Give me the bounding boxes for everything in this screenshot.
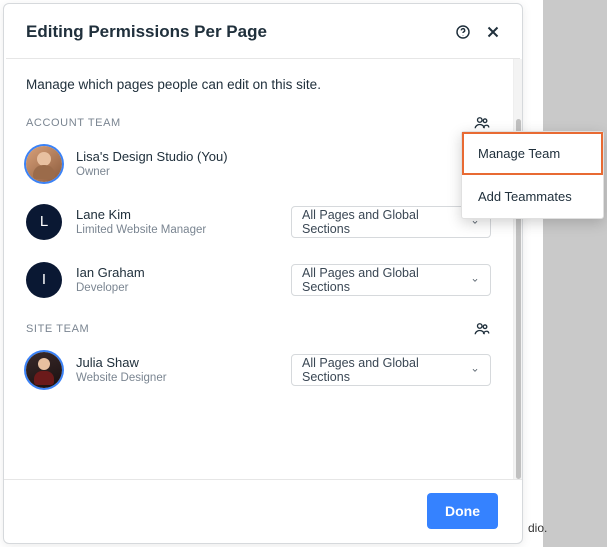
permission-dropdown[interactable]: All Pages and Global Sections: [291, 264, 491, 296]
member-row: I Ian Graham Developer All Pages and Glo…: [26, 262, 491, 298]
member-name: Ian Graham: [76, 265, 277, 280]
member-name: Lisa's Design Studio (You): [76, 149, 491, 164]
member-row: Lisa's Design Studio (You) Owner: [26, 146, 491, 182]
member-name: Julia Shaw: [76, 355, 277, 370]
permissions-modal: Editing Permissions Per Page Manage whic…: [3, 3, 523, 544]
modal-body: Manage which pages people can edit on th…: [4, 59, 513, 479]
member-role: Website Designer: [76, 372, 277, 384]
menu-item-manage-team[interactable]: Manage Team: [462, 132, 603, 175]
avatar: [26, 352, 62, 388]
member-name: Lane Kim: [76, 207, 277, 222]
done-button[interactable]: Done: [427, 493, 498, 529]
avatar: [26, 146, 62, 182]
intro-text: Manage which pages people can edit on th…: [26, 77, 491, 92]
member-row: Julia Shaw Website Designer All Pages an…: [26, 352, 491, 388]
close-icon[interactable]: [484, 23, 502, 41]
section-label-account: ACCOUNT TEAM: [26, 117, 121, 129]
permission-dropdown[interactable]: All Pages and Global Sections: [291, 354, 491, 386]
chevron-down-icon: [470, 365, 480, 375]
member-role: Developer: [76, 282, 277, 294]
avatar: I: [26, 262, 62, 298]
chevron-down-icon: [470, 275, 480, 285]
help-icon[interactable]: [454, 23, 472, 41]
team-menu-icon[interactable]: [473, 114, 491, 132]
member-role: Limited Website Manager: [76, 224, 277, 236]
team-menu-popover: Manage Team Add Teammates: [461, 131, 604, 219]
menu-item-add-teammates[interactable]: Add Teammates: [462, 175, 603, 218]
dropdown-label: All Pages and Global Sections: [302, 356, 470, 384]
avatar: L: [26, 204, 62, 240]
scrollbar[interactable]: [513, 59, 522, 479]
site-team-menu-icon[interactable]: [473, 320, 491, 338]
modal-title: Editing Permissions Per Page: [26, 22, 267, 42]
dropdown-label: All Pages and Global Sections: [302, 266, 470, 294]
dropdown-label: All Pages and Global Sections: [302, 208, 470, 236]
member-row: L Lane Kim Limited Website Manager All P…: [26, 204, 491, 240]
backdrop-text: dio.: [528, 521, 547, 535]
section-label-site: SITE TEAM: [26, 323, 89, 335]
member-role: Owner: [76, 166, 491, 178]
